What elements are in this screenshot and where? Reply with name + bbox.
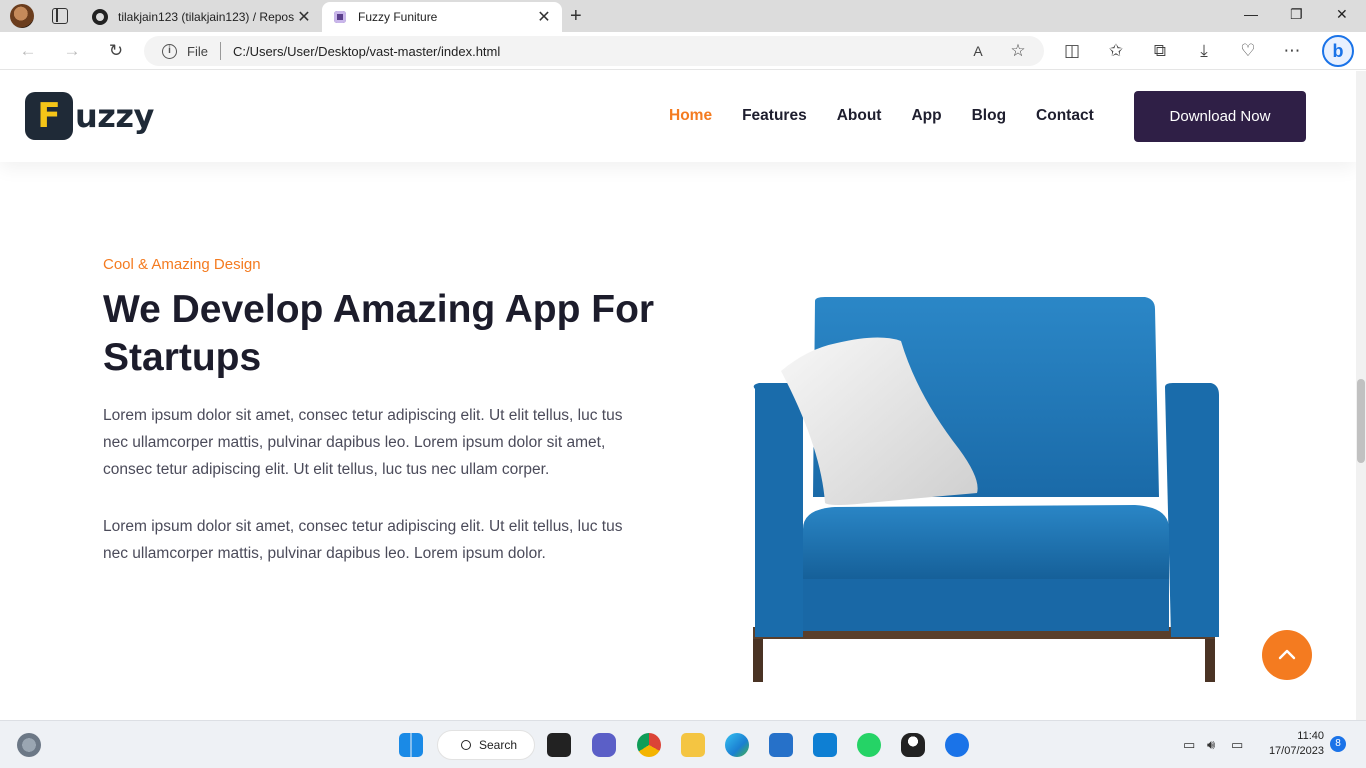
armchair-image bbox=[753, 297, 1219, 682]
vscode-icon[interactable] bbox=[813, 733, 837, 757]
address-divider bbox=[219, 42, 221, 60]
collections-icon[interactable]: ⧉ bbox=[1150, 41, 1170, 61]
tab-label: Fuzzy Funiture bbox=[358, 10, 438, 24]
browser-tab-strip: tilakjain123 (tilakjain123) / Repos ✕ Fu… bbox=[0, 0, 1366, 32]
close-icon[interactable]: ✕ bbox=[536, 7, 552, 27]
chrome-icon[interactable] bbox=[637, 733, 661, 757]
refresh-icon[interactable]: ↻ bbox=[106, 41, 126, 61]
section-paragraph-1: Lorem ipsum dolor sit amet, consec tetur… bbox=[103, 407, 623, 478]
widgets-icon[interactable] bbox=[17, 733, 41, 757]
page-viewport: F uzzy Home Features About App Blog Cont… bbox=[0, 71, 1356, 720]
edge-icon[interactable] bbox=[725, 733, 749, 757]
site-header: F uzzy Home Features About App Blog Cont… bbox=[0, 71, 1356, 162]
forward-arrow-icon[interactable]: → bbox=[62, 41, 82, 61]
restore-icon[interactable]: ❐ bbox=[1290, 6, 1303, 23]
maps-pin-icon[interactable] bbox=[945, 733, 969, 757]
teams-chat-icon[interactable] bbox=[592, 733, 616, 757]
page-scrollbar[interactable] bbox=[1356, 71, 1366, 720]
clock-date: 17/07/2023 bbox=[1268, 745, 1324, 757]
back-arrow-icon[interactable]: ← bbox=[18, 41, 38, 61]
windows-taskbar: Search ▭ 🔊︎ ▭ 11:40 17/07/2023 8 bbox=[0, 720, 1366, 768]
nav-home[interactable]: Home bbox=[669, 107, 712, 125]
bing-chat-icon[interactable]: b bbox=[1322, 35, 1354, 67]
logo-badge: F bbox=[25, 92, 73, 140]
address-bar[interactable]: i File C:/Users/User/Desktop/vast-master… bbox=[144, 36, 1044, 66]
logo-text: uzzy bbox=[75, 97, 154, 135]
section-eyebrow: Cool & Amazing Design bbox=[103, 256, 261, 273]
chevron-up-icon bbox=[1278, 649, 1296, 660]
favorite-star-icon[interactable]: ☆ bbox=[1008, 41, 1028, 61]
back-to-top-button[interactable] bbox=[1262, 630, 1312, 680]
browser-tab-github[interactable]: tilakjain123 (tilakjain123) / Repos ✕ bbox=[82, 2, 322, 32]
downloads-icon[interactable]: ⤓ bbox=[1194, 41, 1214, 61]
task-view-icon[interactable] bbox=[547, 733, 571, 757]
read-aloud-icon[interactable]: A bbox=[968, 41, 988, 61]
linux-penguin-icon[interactable] bbox=[901, 733, 925, 757]
site-logo[interactable]: F uzzy bbox=[25, 92, 154, 140]
tab-actions-icon[interactable] bbox=[52, 8, 68, 24]
profile-avatar[interactable] bbox=[10, 4, 34, 28]
browser-tab-fuzzy[interactable]: Fuzzy Funiture ✕ bbox=[322, 2, 562, 32]
browser-essentials-icon[interactable]: ♡ bbox=[1238, 41, 1258, 61]
browser-toolbar: ← → ↻ i File C:/Users/User/Desktop/vast-… bbox=[0, 32, 1366, 70]
taskbar-clock[interactable]: 11:40 17/07/2023 bbox=[1262, 729, 1324, 759]
file-explorer-icon[interactable] bbox=[681, 733, 705, 757]
minimize-icon[interactable]: — bbox=[1244, 6, 1258, 22]
start-icon[interactable] bbox=[399, 733, 423, 757]
clock-time: 11:40 bbox=[1297, 730, 1324, 742]
main-nav: Home Features About App Blog Contact bbox=[669, 107, 1124, 125]
window-close-icon[interactable]: ✕ bbox=[1336, 6, 1348, 23]
favorites-icon[interactable]: ✩ bbox=[1106, 41, 1126, 61]
download-now-button[interactable]: Download Now bbox=[1134, 91, 1306, 142]
volume-icon[interactable]: 🔊︎ bbox=[1207, 737, 1215, 753]
site-favicon-icon bbox=[332, 9, 348, 25]
nav-contact[interactable]: Contact bbox=[1036, 107, 1094, 125]
battery-icon[interactable]: ▭ bbox=[1231, 737, 1243, 753]
nav-features[interactable]: Features bbox=[742, 107, 807, 125]
github-icon bbox=[92, 9, 108, 25]
taskbar-search[interactable]: Search bbox=[437, 730, 535, 760]
section-headline: We Develop Amazing App For Startups bbox=[103, 288, 655, 379]
section-paragraph-2: Lorem ipsum dolor sit amet, consec tetur… bbox=[103, 518, 623, 562]
scrollbar-thumb[interactable] bbox=[1357, 379, 1365, 463]
address-url[interactable]: C:/Users/User/Desktop/vast-master/index.… bbox=[233, 44, 500, 59]
nav-blog[interactable]: Blog bbox=[972, 107, 1006, 125]
whatsapp-icon[interactable] bbox=[857, 733, 881, 757]
more-options-icon[interactable]: ⋯ bbox=[1282, 41, 1302, 61]
close-icon[interactable]: ✕ bbox=[296, 7, 312, 27]
notification-badge[interactable]: 8 bbox=[1330, 736, 1346, 752]
nav-app[interactable]: App bbox=[911, 107, 941, 125]
nav-about[interactable]: About bbox=[837, 107, 882, 125]
address-scheme-label: File bbox=[187, 43, 208, 59]
tab-label: tilakjain123 (tilakjain123) / Repos bbox=[118, 10, 295, 24]
taskbar-search-label: Search bbox=[479, 738, 518, 752]
info-icon[interactable]: i bbox=[162, 43, 177, 59]
split-screen-icon[interactable]: ◫ bbox=[1062, 41, 1082, 61]
network-icon[interactable]: ▭ bbox=[1183, 737, 1195, 753]
store-icon[interactable] bbox=[769, 733, 793, 757]
new-tab-icon[interactable]: + bbox=[570, 5, 582, 28]
